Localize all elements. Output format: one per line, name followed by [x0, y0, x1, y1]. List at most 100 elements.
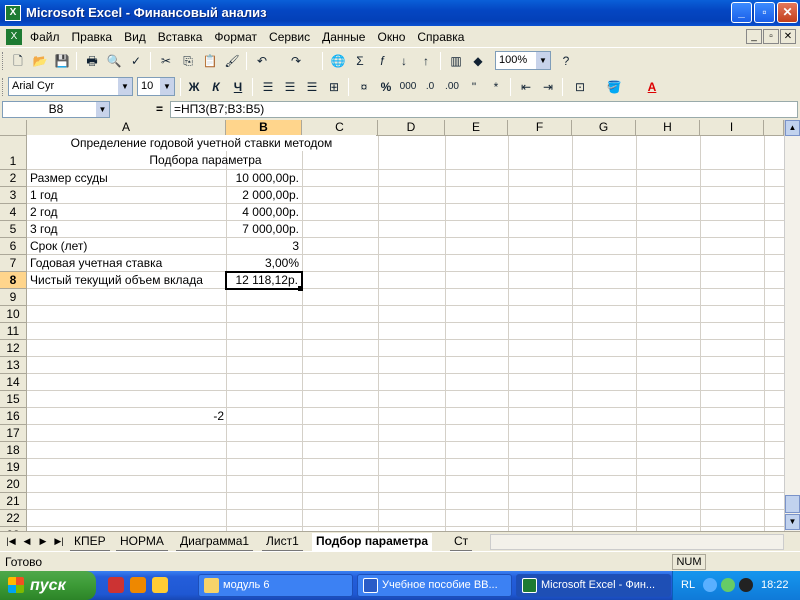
- hyperlink-icon[interactable]: 🌐: [328, 51, 348, 71]
- asterisk-icon[interactable]: *: [486, 77, 506, 97]
- row-header-1[interactable]: 1: [0, 136, 27, 170]
- decrease-decimal-icon[interactable]: .00: [442, 77, 462, 97]
- row-header-11[interactable]: 11: [0, 323, 27, 340]
- doc-close-button[interactable]: ✕: [780, 29, 796, 44]
- sort-descending-icon[interactable]: ↑: [416, 51, 436, 71]
- column-header-h[interactable]: H: [636, 120, 700, 136]
- cell-b8-active[interactable]: 12 118,12р.: [225, 271, 303, 290]
- sort-ascending-icon[interactable]: ↓: [394, 51, 414, 71]
- row-header-22[interactable]: 22: [0, 510, 27, 527]
- toolbar-grip[interactable]: [2, 52, 5, 70]
- chevron-down-icon[interactable]: ▼: [96, 102, 109, 117]
- cell-a16[interactable]: -2: [27, 408, 224, 424]
- cell-a8[interactable]: Чистый текущий объем вклада: [30, 272, 203, 288]
- save-icon[interactable]: 💾: [52, 51, 72, 71]
- row-header-2[interactable]: 2: [0, 170, 27, 187]
- formula-input[interactable]: =НПЗ(B7;B3:B5): [170, 101, 798, 118]
- column-header-g[interactable]: G: [572, 120, 636, 136]
- new-icon[interactable]: 🗋: [8, 51, 28, 71]
- borders-icon[interactable]: ⊡: [570, 77, 590, 97]
- scroll-down-icon[interactable]: ▼: [785, 514, 800, 530]
- font-name-select[interactable]: Arial Cyr ▼: [8, 77, 133, 96]
- doc-restore-button[interactable]: ▫: [763, 29, 779, 44]
- merge-center-icon[interactable]: ⊞: [324, 77, 344, 97]
- cell-a1-title-line1[interactable]: Определение годовой учетной ставки метод…: [27, 135, 376, 151]
- column-header-partial[interactable]: [764, 120, 784, 136]
- cell-b4[interactable]: 4 000,00р.: [226, 204, 299, 220]
- cell-a6[interactable]: Срок (лет): [30, 238, 87, 254]
- chevron-down-icon[interactable]: ▼: [118, 78, 132, 95]
- cell-b3[interactable]: 2 000,00р.: [226, 187, 299, 203]
- menu-insert[interactable]: Вставка: [158, 30, 203, 44]
- cell-a3[interactable]: 1 год: [30, 187, 58, 203]
- autosum-icon[interactable]: Σ: [350, 51, 370, 71]
- menu-format[interactable]: Формат: [214, 30, 257, 44]
- next-sheet-icon[interactable]: ▶: [36, 534, 50, 549]
- desktop-icon[interactable]: [152, 577, 168, 593]
- start-button[interactable]: пуск: [0, 571, 96, 600]
- menu-data[interactable]: Данные: [322, 30, 365, 44]
- row-header-18[interactable]: 18: [0, 442, 27, 459]
- format-painter-icon[interactable]: 🖌: [222, 51, 242, 71]
- thousands-button[interactable]: 000: [398, 77, 418, 97]
- minimize-button[interactable]: _: [731, 2, 752, 23]
- row-header-10[interactable]: 10: [0, 306, 27, 323]
- row-header-6[interactable]: 6: [0, 238, 27, 255]
- column-header-e[interactable]: E: [445, 120, 508, 136]
- row-header-3[interactable]: 3: [0, 187, 27, 204]
- column-header-c[interactable]: C: [302, 120, 378, 136]
- toolbar-grip[interactable]: [2, 78, 5, 96]
- menu-view[interactable]: Вид: [124, 30, 146, 44]
- italic-button[interactable]: К: [206, 77, 226, 97]
- row-header-4[interactable]: 4: [0, 204, 27, 221]
- column-header-f[interactable]: F: [508, 120, 572, 136]
- menu-edit[interactable]: Правка: [72, 30, 113, 44]
- decrease-indent-icon[interactable]: ⇤: [516, 77, 536, 97]
- quick-launch-icon[interactable]: [130, 577, 146, 593]
- menu-help[interactable]: Справка: [417, 30, 464, 44]
- cell-a1-title-line2[interactable]: Подбора параметра: [27, 152, 384, 168]
- cell-a2[interactable]: Размер ссуды: [30, 170, 108, 186]
- sheet-tab-norma[interactable]: НОРМА: [116, 533, 168, 551]
- horizontal-scrollbar[interactable]: [490, 534, 784, 550]
- sheet-tab-podbor-active[interactable]: Подбор параметра: [312, 533, 433, 551]
- paste-icon[interactable]: 📋: [200, 51, 220, 71]
- row-header-14[interactable]: 14: [0, 374, 27, 391]
- chevron-down-icon[interactable]: ▼: [536, 52, 550, 69]
- help-icon[interactable]: ?: [556, 51, 576, 71]
- spelling-icon[interactable]: ✓: [126, 51, 146, 71]
- taskbar-button-modul6[interactable]: модуль 6: [198, 574, 353, 597]
- menu-window[interactable]: Окно: [377, 30, 405, 44]
- column-header-b[interactable]: B: [226, 120, 302, 136]
- name-box[interactable]: B8 ▼: [2, 101, 110, 118]
- percent-button[interactable]: %: [376, 77, 396, 97]
- zoom-select[interactable]: 100% ▼: [495, 51, 551, 70]
- cell-a7[interactable]: Годовая учетная ставка: [30, 255, 162, 271]
- excel-app-icon[interactable]: X: [5, 5, 21, 21]
- function-icon[interactable]: f: [372, 51, 392, 71]
- row-header-15[interactable]: 15: [0, 391, 27, 408]
- shield-icon[interactable]: [721, 578, 735, 592]
- select-all-corner[interactable]: [0, 120, 27, 136]
- sheet-tab-st[interactable]: Ст: [450, 533, 473, 551]
- menu-tools[interactable]: Сервис: [269, 30, 310, 44]
- first-sheet-icon[interactable]: |◀: [4, 534, 18, 549]
- quote-icon[interactable]: ": [464, 77, 484, 97]
- open-icon[interactable]: 📂: [30, 51, 50, 71]
- row-header-19[interactable]: 19: [0, 459, 27, 476]
- chart-wizard-icon[interactable]: ▥: [446, 51, 466, 71]
- column-header-d[interactable]: D: [378, 120, 445, 136]
- row-header-9[interactable]: 9: [0, 289, 27, 306]
- tray-icon[interactable]: [703, 578, 717, 592]
- workbook-icon[interactable]: X: [6, 29, 22, 45]
- cell-b2[interactable]: 10 000,00р.: [226, 170, 299, 186]
- align-center-icon[interactable]: ☰: [280, 77, 300, 97]
- menu-file[interactable]: Файл: [30, 30, 60, 44]
- undo-icon[interactable]: ↶: [252, 51, 272, 71]
- row-header-16[interactable]: 16: [0, 408, 27, 425]
- doc-minimize-button[interactable]: _: [746, 29, 762, 44]
- cell-b6[interactable]: 3: [226, 238, 299, 254]
- prev-sheet-icon[interactable]: ◀: [20, 534, 34, 549]
- row-header-12[interactable]: 12: [0, 340, 27, 357]
- chevron-down-icon[interactable]: ▼: [160, 78, 174, 95]
